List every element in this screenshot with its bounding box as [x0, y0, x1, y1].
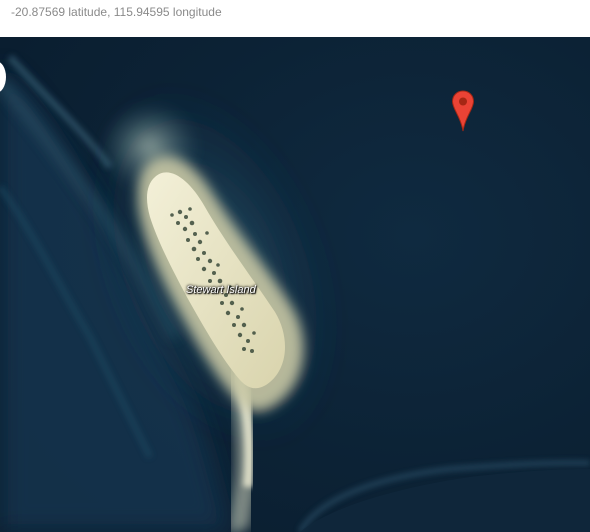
island-label: Stewart Island	[186, 284, 256, 296]
satellite-map[interactable]: Stewart Island	[0, 37, 590, 532]
coordinates-readout: -20.87569 latitude, 115.94595 longitude	[0, 0, 590, 37]
map-pin-icon	[451, 90, 475, 132]
coordinates-text: -20.87569 latitude, 115.94595 longitude	[11, 5, 222, 19]
satellite-imagery	[0, 37, 590, 532]
location-marker[interactable]	[451, 90, 475, 133]
